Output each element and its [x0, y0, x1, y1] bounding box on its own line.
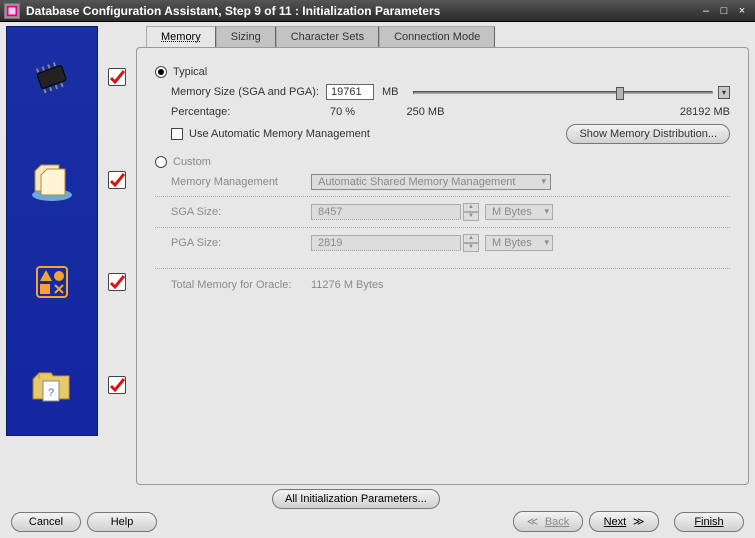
typical-radio[interactable]: Typical — [155, 66, 730, 78]
app-icon — [4, 3, 20, 19]
pga-size-input: 2819 — [311, 235, 461, 251]
percentage-value: 70 % — [326, 106, 374, 118]
chevron-right-icon: ≫ — [626, 515, 644, 528]
tab-strip: Memory Sizing Character Sets Connection … — [146, 26, 749, 48]
auto-memory-label: Use Automatic Memory Management — [189, 128, 370, 140]
pga-unit-select: M Bytes — [485, 235, 553, 251]
chevron-left-icon: ≪ — [527, 515, 545, 528]
total-memory-label: Total Memory for Oracle: — [171, 279, 311, 291]
tab-sizing[interactable]: Sizing — [216, 26, 276, 48]
sga-unit-select: M Bytes — [485, 204, 553, 220]
memory-panel: Typical Memory Size (SGA and PGA): 19761… — [136, 47, 749, 485]
memory-size-input[interactable]: 19761 — [326, 84, 374, 100]
svg-text:?: ? — [48, 387, 54, 399]
memory-management-select: Automatic Shared Memory Management — [311, 174, 551, 190]
back-button[interactable]: ≪ Back — [513, 511, 583, 532]
memory-size-label: Memory Size (SGA and PGA): — [171, 86, 326, 98]
pga-size-label: PGA Size: — [171, 237, 311, 249]
maximize-button[interactable]: □ — [715, 5, 733, 17]
close-button[interactable]: × — [733, 5, 751, 17]
show-memory-distribution-button[interactable]: Show Memory Distribution... — [566, 124, 730, 144]
step-sidebar: ? — [6, 26, 136, 505]
slider-dropdown[interactable]: ▾ — [718, 86, 730, 99]
step-1-check — [108, 68, 126, 86]
slider-max-label: 28192 MB — [680, 106, 730, 118]
help-button[interactable]: Help — [87, 512, 157, 532]
shapes-icon — [29, 259, 75, 305]
folders-icon — [29, 157, 75, 203]
finish-button[interactable]: Finish — [674, 512, 744, 532]
tab-character-sets[interactable]: Character Sets — [276, 26, 379, 48]
step-2-check — [108, 171, 126, 189]
sga-size-label: SGA Size: — [171, 206, 311, 218]
cancel-button[interactable]: Cancel — [11, 512, 81, 532]
sga-spinner: ▲▼ — [463, 203, 479, 221]
tab-connection-mode[interactable]: Connection Mode — [379, 26, 495, 48]
folder-q-icon: ? — [29, 361, 75, 407]
auto-memory-checkbox[interactable] — [171, 128, 183, 140]
tab-memory[interactable]: Memory — [146, 26, 216, 48]
memory-size-unit: MB — [382, 86, 399, 98]
memory-size-slider[interactable] — [413, 91, 714, 94]
minimize-button[interactable]: – — [697, 5, 715, 17]
total-memory-value: 11276 M Bytes — [311, 279, 384, 291]
custom-radio-label: Custom — [173, 156, 211, 168]
next-button[interactable]: Next ≫ — [589, 511, 659, 532]
window-title: Database Configuration Assistant, Step 9… — [26, 4, 697, 18]
wizard-footer: Cancel Help ≪ Back Next ≫ Finish — [6, 505, 749, 532]
percentage-label: Percentage: — [171, 106, 326, 118]
slider-min-label: 250 MB — [407, 106, 459, 118]
custom-radio[interactable]: Custom — [155, 156, 730, 168]
step-4-check — [108, 376, 126, 394]
window-titlebar: Database Configuration Assistant, Step 9… — [0, 0, 755, 22]
step-3-check — [108, 273, 126, 291]
sga-size-input: 8457 — [311, 204, 461, 220]
memory-management-label: Memory Management — [171, 176, 311, 188]
pga-spinner: ▲▼ — [463, 234, 479, 252]
slider-thumb[interactable] — [616, 87, 624, 100]
typical-radio-label: Typical — [173, 66, 207, 78]
chip-icon — [29, 55, 75, 101]
